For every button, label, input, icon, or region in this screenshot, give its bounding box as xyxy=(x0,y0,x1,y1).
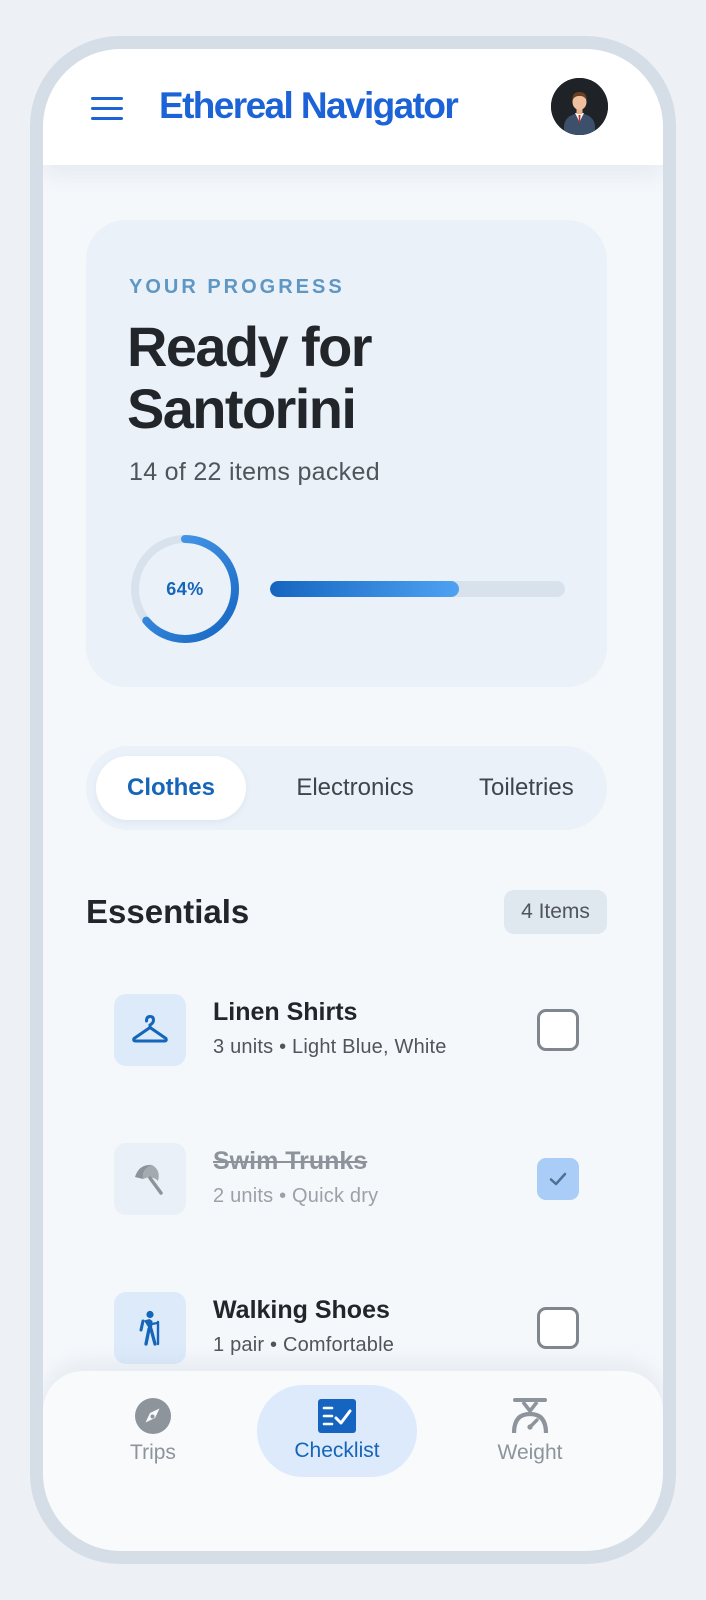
progress-card: YOUR PROGRESS Ready for Santorini 14 of … xyxy=(86,220,607,687)
nav-label: Weight xyxy=(497,1441,563,1464)
progress-percent-label: 64% xyxy=(166,578,204,599)
nav-weight[interactable]: Weight xyxy=(450,1385,610,1477)
phone-screen: Ethereal Navigator YOUR PROGRESS Ready f… xyxy=(43,49,663,1551)
app-title: Ethereal Navigator xyxy=(159,85,459,126)
beach-umbrella-icon xyxy=(114,1143,186,1215)
nav-checklist[interactable]: Checklist xyxy=(257,1385,417,1477)
item-name: Linen Shirts xyxy=(213,998,358,1026)
tab-label: Clothes xyxy=(126,774,215,801)
compass-icon xyxy=(135,1398,171,1434)
nav-label: Trips xyxy=(130,1441,176,1464)
checkmark-icon xyxy=(549,1172,567,1186)
item-checkbox[interactable] xyxy=(537,1009,579,1051)
tab-clothes[interactable]: Clothes xyxy=(96,756,246,820)
bottom-nav: Trips Checklist Weight xyxy=(43,1371,663,1551)
progress-eyebrow: YOUR PROGRESS xyxy=(129,276,345,298)
list-item[interactable]: Linen Shirts 3 units • Light Blue, White xyxy=(114,994,579,1066)
avatar[interactable] xyxy=(551,78,608,135)
tab-electronics[interactable]: Electronics xyxy=(276,756,434,820)
tab-label: Electronics xyxy=(296,774,414,801)
progress-bar xyxy=(270,581,565,597)
nav-trips[interactable]: Trips xyxy=(73,1385,233,1477)
tab-label: Toiletries xyxy=(479,774,574,801)
scale-icon xyxy=(511,1398,549,1434)
nav-label: Checklist xyxy=(294,1439,380,1462)
tab-toiletries[interactable]: Toiletries xyxy=(479,756,607,820)
checklist-icon xyxy=(318,1399,356,1433)
progress-title: Ready for Santorini xyxy=(127,315,372,440)
item-checkbox[interactable] xyxy=(537,1307,579,1349)
item-checkbox-checked[interactable] xyxy=(537,1158,579,1200)
item-meta: 1 pair • Comfortable xyxy=(213,1334,395,1356)
item-meta: 3 units • Light Blue, White xyxy=(213,1036,447,1058)
app-header: Ethereal Navigator xyxy=(43,49,663,165)
category-tabs: Clothes Electronics Toiletries xyxy=(86,746,607,830)
progress-bar-fill xyxy=(270,581,459,597)
menu-icon[interactable] xyxy=(91,97,123,121)
list-item[interactable]: Walking Shoes 1 pair • Comfortable xyxy=(114,1292,579,1364)
list-item[interactable]: Swim Trunks 2 units • Quick dry xyxy=(114,1143,579,1215)
hiker-icon xyxy=(114,1292,186,1364)
item-name: Swim Trunks xyxy=(213,1147,368,1175)
hanger-icon xyxy=(114,994,186,1066)
item-name: Walking Shoes xyxy=(213,1296,390,1324)
item-meta: 2 units • Quick dry xyxy=(213,1185,379,1207)
progress-subtitle: 14 of 22 items packed xyxy=(129,458,380,486)
section-title: Essentials xyxy=(86,893,250,930)
item-count-badge: 4 Items xyxy=(504,890,607,934)
